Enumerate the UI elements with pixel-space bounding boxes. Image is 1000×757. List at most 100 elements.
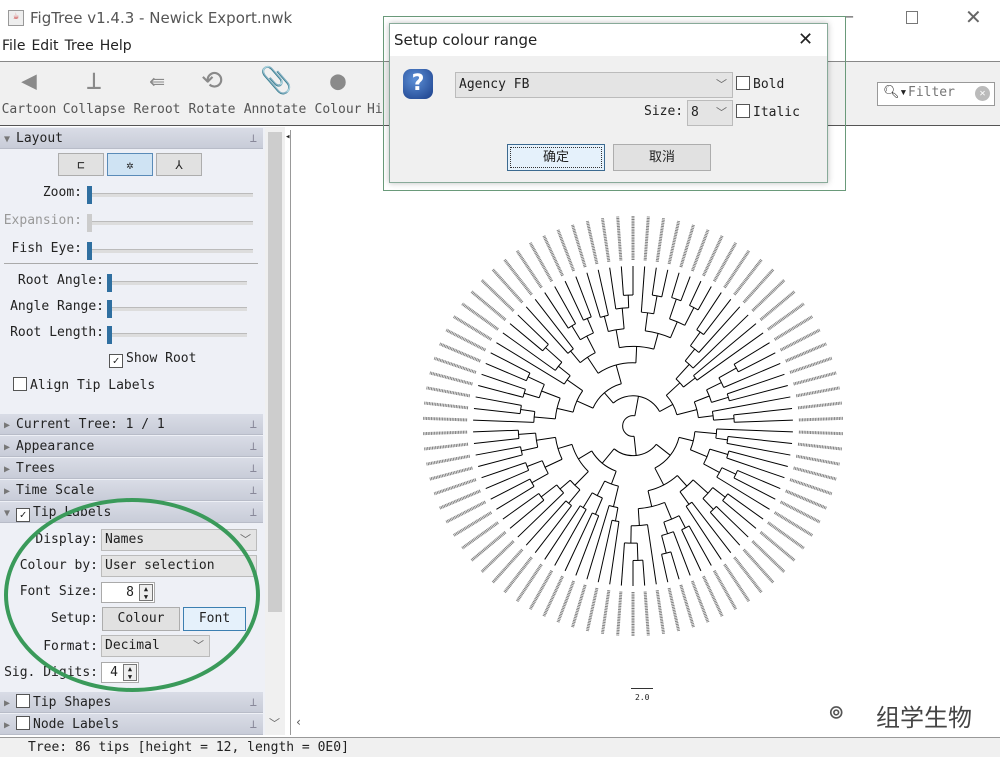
tip-shapes-header[interactable]: ▶ Tip Shapes ⊥ [0, 692, 263, 713]
tree-branch [647, 490, 653, 507]
tree-branch [509, 323, 543, 352]
pin-icon[interactable]: ⊥ [250, 714, 257, 735]
reroot-button[interactable]: ⇚ Reroot [131, 66, 183, 117]
filter-input[interactable] [908, 85, 968, 100]
tip-label [667, 587, 681, 632]
size-select[interactable]: 8 ﹀ [687, 100, 733, 126]
colour-by-select[interactable]: User selection [101, 555, 257, 577]
sig-digits-spinner[interactable]: 4 ▲ ▼ [101, 662, 139, 683]
fish-eye-slider-thumb[interactable] [87, 242, 92, 260]
annotate-button[interactable]: 📎 Annotate [242, 66, 308, 117]
tree-branch [661, 535, 667, 554]
tree-branch [671, 272, 680, 298]
appearance-header[interactable]: ▶ Appearance ⊥ [0, 436, 263, 457]
angle-range-slider[interactable] [107, 300, 247, 318]
tree-branch [709, 448, 728, 456]
ok-button[interactable]: 确定 [507, 144, 605, 171]
minimize-button[interactable]: – [845, 6, 854, 27]
spinner-arrows-icon[interactable]: ▲ ▼ [139, 584, 153, 601]
scroll-up-icon[interactable]: ◂ [285, 132, 290, 142]
tip-label [667, 220, 681, 265]
current-tree-header[interactable]: ▶ Current Tree: 1 / 1 ⊥ [0, 414, 263, 435]
tip-label [470, 531, 507, 562]
cancel-button[interactable]: 取消 [613, 144, 711, 171]
pin-icon[interactable]: ⊥ [250, 436, 257, 457]
radial-tree [423, 216, 843, 636]
tip-label [571, 584, 587, 628]
tip-label [480, 540, 515, 573]
rotate-button[interactable]: ⟲ Rotate [186, 66, 238, 117]
scrollbar-thumb[interactable] [268, 132, 282, 612]
fish-eye-slider[interactable] [87, 242, 253, 260]
font-size-spinner[interactable]: 8 ▲ ▼ [101, 582, 155, 603]
tip-labels-checkbox[interactable]: ✓ [16, 508, 31, 522]
tree-branch [620, 542, 625, 586]
tip-labels-header[interactable]: ▼ ✓ Tip Labels ⊥ [0, 502, 263, 523]
root-length-slider[interactable] [107, 326, 247, 344]
layout-polar-button[interactable]: ⅄ [156, 153, 202, 176]
root-angle-slider[interactable] [107, 274, 247, 292]
time-scale-header[interactable]: ▶ Time Scale ⊥ [0, 480, 263, 501]
tip-label [585, 587, 599, 632]
tree-branch [737, 469, 781, 490]
menu-file[interactable]: File [2, 38, 25, 54]
tree-branch [485, 469, 529, 490]
display-select[interactable]: Names ﹀ [101, 529, 257, 551]
font-family-select[interactable]: Agency FB ﹀ [455, 72, 733, 98]
layout-header[interactable]: ▼ Layout ⊥ [0, 128, 263, 149]
angle-range-slider-thumb[interactable] [107, 300, 112, 318]
tree-branch [690, 331, 701, 347]
pin-icon[interactable]: ⊥ [250, 128, 257, 149]
node-labels-header[interactable]: ▶ Node Labels ⊥ [0, 714, 263, 735]
bold-checkbox[interactable]: Bold [736, 76, 784, 92]
show-root-checkbox[interactable]: ✓ Show Root [109, 351, 196, 368]
menu-edit[interactable]: Edit [31, 38, 58, 54]
tip-shapes-checkbox[interactable] [16, 694, 31, 708]
scroll-left-icon[interactable]: ‹ [295, 715, 302, 729]
watermark: 组学生物 [876, 704, 972, 732]
tree-branch [679, 491, 690, 505]
menu-tree[interactable]: Tree [65, 38, 94, 54]
font-setup-button[interactable]: Font [183, 607, 246, 631]
menu-help[interactable]: Help [100, 38, 132, 54]
dialog-close-button[interactable]: ✕ [798, 24, 813, 56]
tree-branch [596, 480, 606, 496]
format-label: Format: [43, 639, 98, 654]
layout-radial-button[interactable]: ✲ [107, 153, 153, 176]
scale-bar [631, 688, 653, 689]
layout-rectangular-button[interactable]: ⊏ [58, 153, 104, 176]
filter-field[interactable]: 🔍︎▾ ✕ [877, 82, 995, 106]
pin-icon[interactable]: ⊥ [250, 692, 257, 713]
tree-branch [527, 376, 545, 385]
pin-icon[interactable]: ⊥ [250, 458, 257, 479]
pin-icon[interactable]: ⊥ [250, 480, 257, 501]
tip-label [424, 401, 469, 410]
pin-icon[interactable]: ⊥ [250, 502, 257, 523]
spinner-arrows-icon[interactable]: ▲ ▼ [123, 664, 137, 681]
panel-scrollbar[interactable]: ﹀ [265, 127, 285, 735]
clear-icon[interactable]: ✕ [975, 86, 990, 101]
tree-branch [473, 408, 521, 415]
tree-branch [664, 502, 673, 520]
root-angle-slider-thumb[interactable] [107, 274, 112, 292]
pin-icon[interactable]: ⊥ [250, 414, 257, 435]
root-length-slider-thumb[interactable] [107, 326, 112, 344]
tip-label [585, 220, 599, 265]
trees-header[interactable]: ▶ Trees ⊥ [0, 458, 263, 479]
colour-button[interactable]: ● Colour [312, 66, 364, 117]
tree-canvas[interactable]: 2.0 组学生物 ⊚ ◂ ‹ [285, 130, 990, 735]
format-select[interactable]: Decimal ﹀ [101, 635, 210, 657]
tree-branch [520, 408, 535, 413]
close-button[interactable]: ✕ [965, 5, 982, 29]
tip-label [690, 580, 710, 623]
align-tip-labels-checkbox[interactable]: Align Tip Labels [13, 377, 155, 393]
colour-setup-button[interactable]: Colour [102, 607, 180, 631]
node-labels-checkbox[interactable] [16, 716, 31, 730]
cartoon-button[interactable]: ◀ Cartoon [0, 66, 58, 117]
maximize-button[interactable] [906, 11, 918, 24]
scroll-down-icon[interactable]: ﹀ [269, 715, 280, 731]
italic-checkbox[interactable]: Italic [736, 104, 800, 120]
collapse-button[interactable]: ⊥ Collapse [60, 66, 128, 117]
zoom-slider[interactable] [87, 186, 253, 204]
zoom-slider-thumb[interactable] [87, 186, 92, 204]
